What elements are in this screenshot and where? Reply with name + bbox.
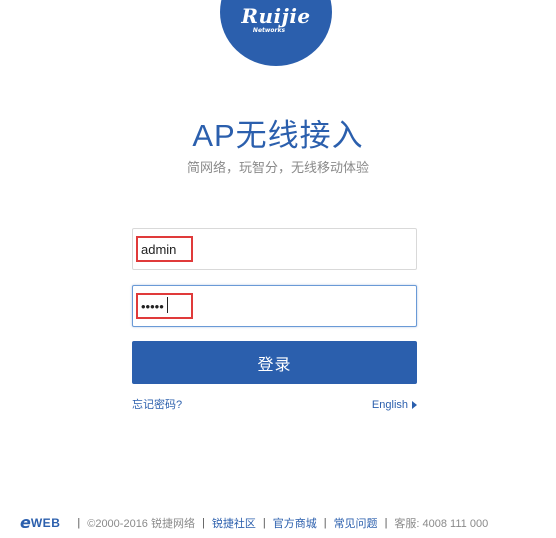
language-switch-link[interactable]: English: [372, 398, 417, 412]
footer: e WEB | ©2000-2016 锐捷网络 | 锐捷社区 | 官方商城 | …: [20, 514, 488, 532]
ruijie-logo: Ruijie Networks: [220, 0, 332, 66]
username-input[interactable]: [141, 238, 341, 260]
eweb-logo-e: e: [20, 513, 31, 532]
text-caret: [167, 297, 168, 313]
page-subtitle: 简网络，玩智分，无线移动体验: [186, 160, 369, 175]
footer-divider: |: [201, 517, 205, 529]
footer-divider: |: [384, 517, 388, 529]
service-hotline: 客服: 4008 111 000: [394, 518, 489, 530]
page-title: AP无线接入: [192, 118, 364, 153]
password-input[interactable]: [141, 295, 341, 317]
footer-link-faq[interactable]: 常见问题: [334, 515, 378, 531]
caret-right-icon: [412, 401, 417, 409]
login-button[interactable]: 登录: [132, 341, 417, 384]
footer-divider: |: [77, 517, 81, 529]
eweb-logo-icon: e WEB: [20, 515, 60, 531]
login-page: Ruijie Networks AP无线接入 简网络，玩智分，无线移动体验 登录…: [0, 0, 556, 538]
logo-brand-text: Ruijie: [241, 4, 311, 28]
footer-divider: |: [323, 517, 327, 529]
password-field[interactable]: [132, 285, 417, 327]
username-field[interactable]: [132, 228, 417, 270]
language-label: English: [371, 399, 408, 411]
footer-link-store[interactable]: 官方商城: [273, 515, 317, 531]
copyright-text: ©2000-2016 锐捷网络: [87, 518, 195, 530]
logo-sub-text: Networks: [252, 27, 286, 34]
forgot-password-link[interactable]: 忘记密码?: [132, 398, 182, 412]
footer-divider: |: [262, 517, 266, 529]
eweb-logo-text: WEB: [30, 516, 61, 530]
footer-link-community[interactable]: 锐捷社区: [212, 515, 256, 531]
